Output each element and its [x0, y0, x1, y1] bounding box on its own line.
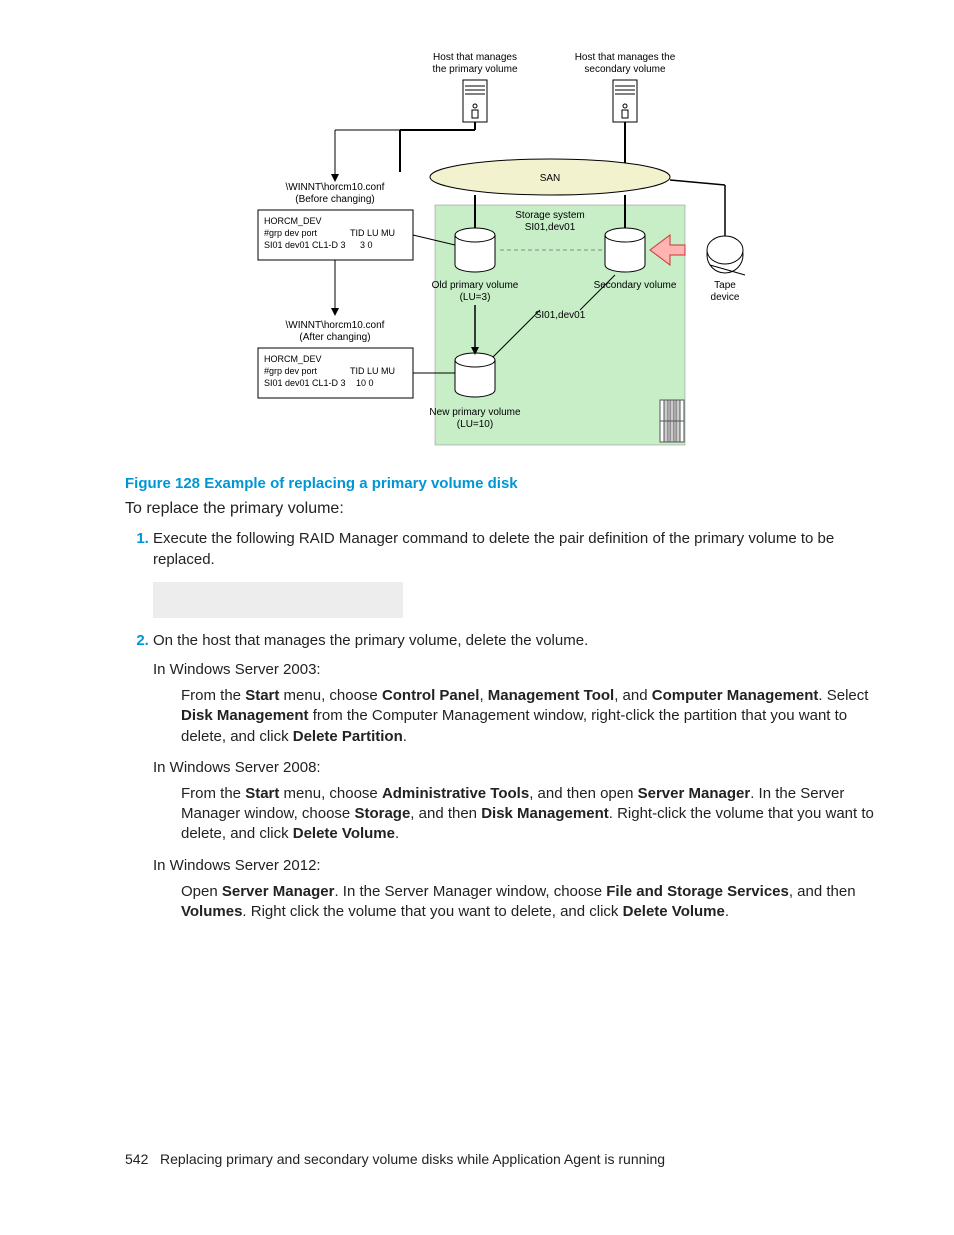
svg-text:device: device	[710, 292, 739, 303]
svg-text:\WINNT\horcm10.conf: \WINNT\horcm10.conf	[285, 182, 384, 193]
ws2008-text: From the Start menu, choose Administrati…	[181, 784, 874, 845]
page-number: 542	[125, 1151, 148, 1167]
svg-text:10 0: 10 0	[356, 378, 374, 388]
footer-text: Replacing primary and secondary volume d…	[160, 1151, 665, 1167]
svg-text:3 0: 3 0	[360, 240, 373, 250]
step-2: On the host that manages the primary vol…	[153, 630, 874, 922]
tape-device-icon	[707, 236, 745, 275]
svg-text:(Before changing): (Before changing)	[295, 194, 375, 205]
ws2012-text: Open Server Manager. In the Server Manag…	[181, 882, 874, 923]
svg-text:the primary volume: the primary volume	[432, 64, 517, 75]
svg-text:#grp dev port: #grp dev port	[264, 366, 318, 376]
svg-text:SI01 dev01 CL1-D 3: SI01 dev01 CL1-D 3	[264, 240, 346, 250]
ws2003-text: From the Start menu, choose Control Pane…	[181, 686, 874, 747]
ws2008-label: In Windows Server 2008:	[153, 757, 874, 778]
svg-text:SI01,dev01: SI01,dev01	[524, 222, 575, 233]
code-block	[153, 582, 403, 618]
svg-text:TID LU MU: TID LU MU	[350, 366, 395, 376]
host-primary-label: Host that manages	[433, 52, 517, 63]
secondary-volume	[605, 228, 645, 272]
svg-text:SI01 dev01 CL1-D 3: SI01 dev01 CL1-D 3	[264, 378, 346, 388]
step-1: Execute the following RAID Manager comma…	[153, 528, 874, 618]
svg-text:TID LU MU: TID LU MU	[350, 228, 395, 238]
host-secondary-icon	[613, 80, 637, 122]
step-1-text: Execute the following RAID Manager comma…	[153, 530, 834, 568]
step-2-text: On the host that manages the primary vol…	[153, 632, 588, 649]
svg-text:HORCM_DEV: HORCM_DEV	[264, 354, 322, 364]
svg-text:Tape: Tape	[714, 280, 736, 291]
svg-text:#grp dev port: #grp dev port	[264, 228, 318, 238]
svg-text:SAN: SAN	[539, 173, 560, 184]
new-primary-volume	[455, 353, 495, 397]
intro-text: To replace the primary volume:	[125, 500, 874, 518]
svg-text:(LU=10): (LU=10)	[456, 419, 492, 430]
ws2012-label: In Windows Server 2012:	[153, 855, 874, 876]
svg-text:Storage system: Storage system	[515, 210, 584, 221]
page-footer: 542 Replacing primary and secondary volu…	[125, 1151, 665, 1167]
svg-text:New primary volume: New primary volume	[429, 407, 521, 418]
raid-box-icon	[660, 400, 684, 442]
host-primary-icon	[463, 80, 487, 122]
host-secondary-label: Host that manages the	[574, 52, 675, 63]
svg-text:Secondary volume: Secondary volume	[593, 280, 676, 291]
ws2003-label: In Windows Server 2003:	[153, 659, 874, 680]
svg-text:secondary volume: secondary volume	[584, 64, 666, 75]
svg-text:Old primary volume: Old primary volume	[431, 280, 518, 291]
svg-text:(LU=3): (LU=3)	[459, 292, 490, 303]
svg-text:(After changing): (After changing)	[299, 332, 370, 343]
svg-text:SI01,dev01: SI01,dev01	[534, 310, 585, 321]
svg-text:HORCM_DEV: HORCM_DEV	[264, 216, 322, 226]
diagram-figure: Host that manages the primary volume Hos…	[240, 50, 760, 455]
svg-text:\WINNT\horcm10.conf: \WINNT\horcm10.conf	[285, 320, 384, 331]
old-primary-volume	[455, 228, 495, 272]
figure-caption: Figure 128 Example of replacing a primar…	[125, 475, 874, 492]
